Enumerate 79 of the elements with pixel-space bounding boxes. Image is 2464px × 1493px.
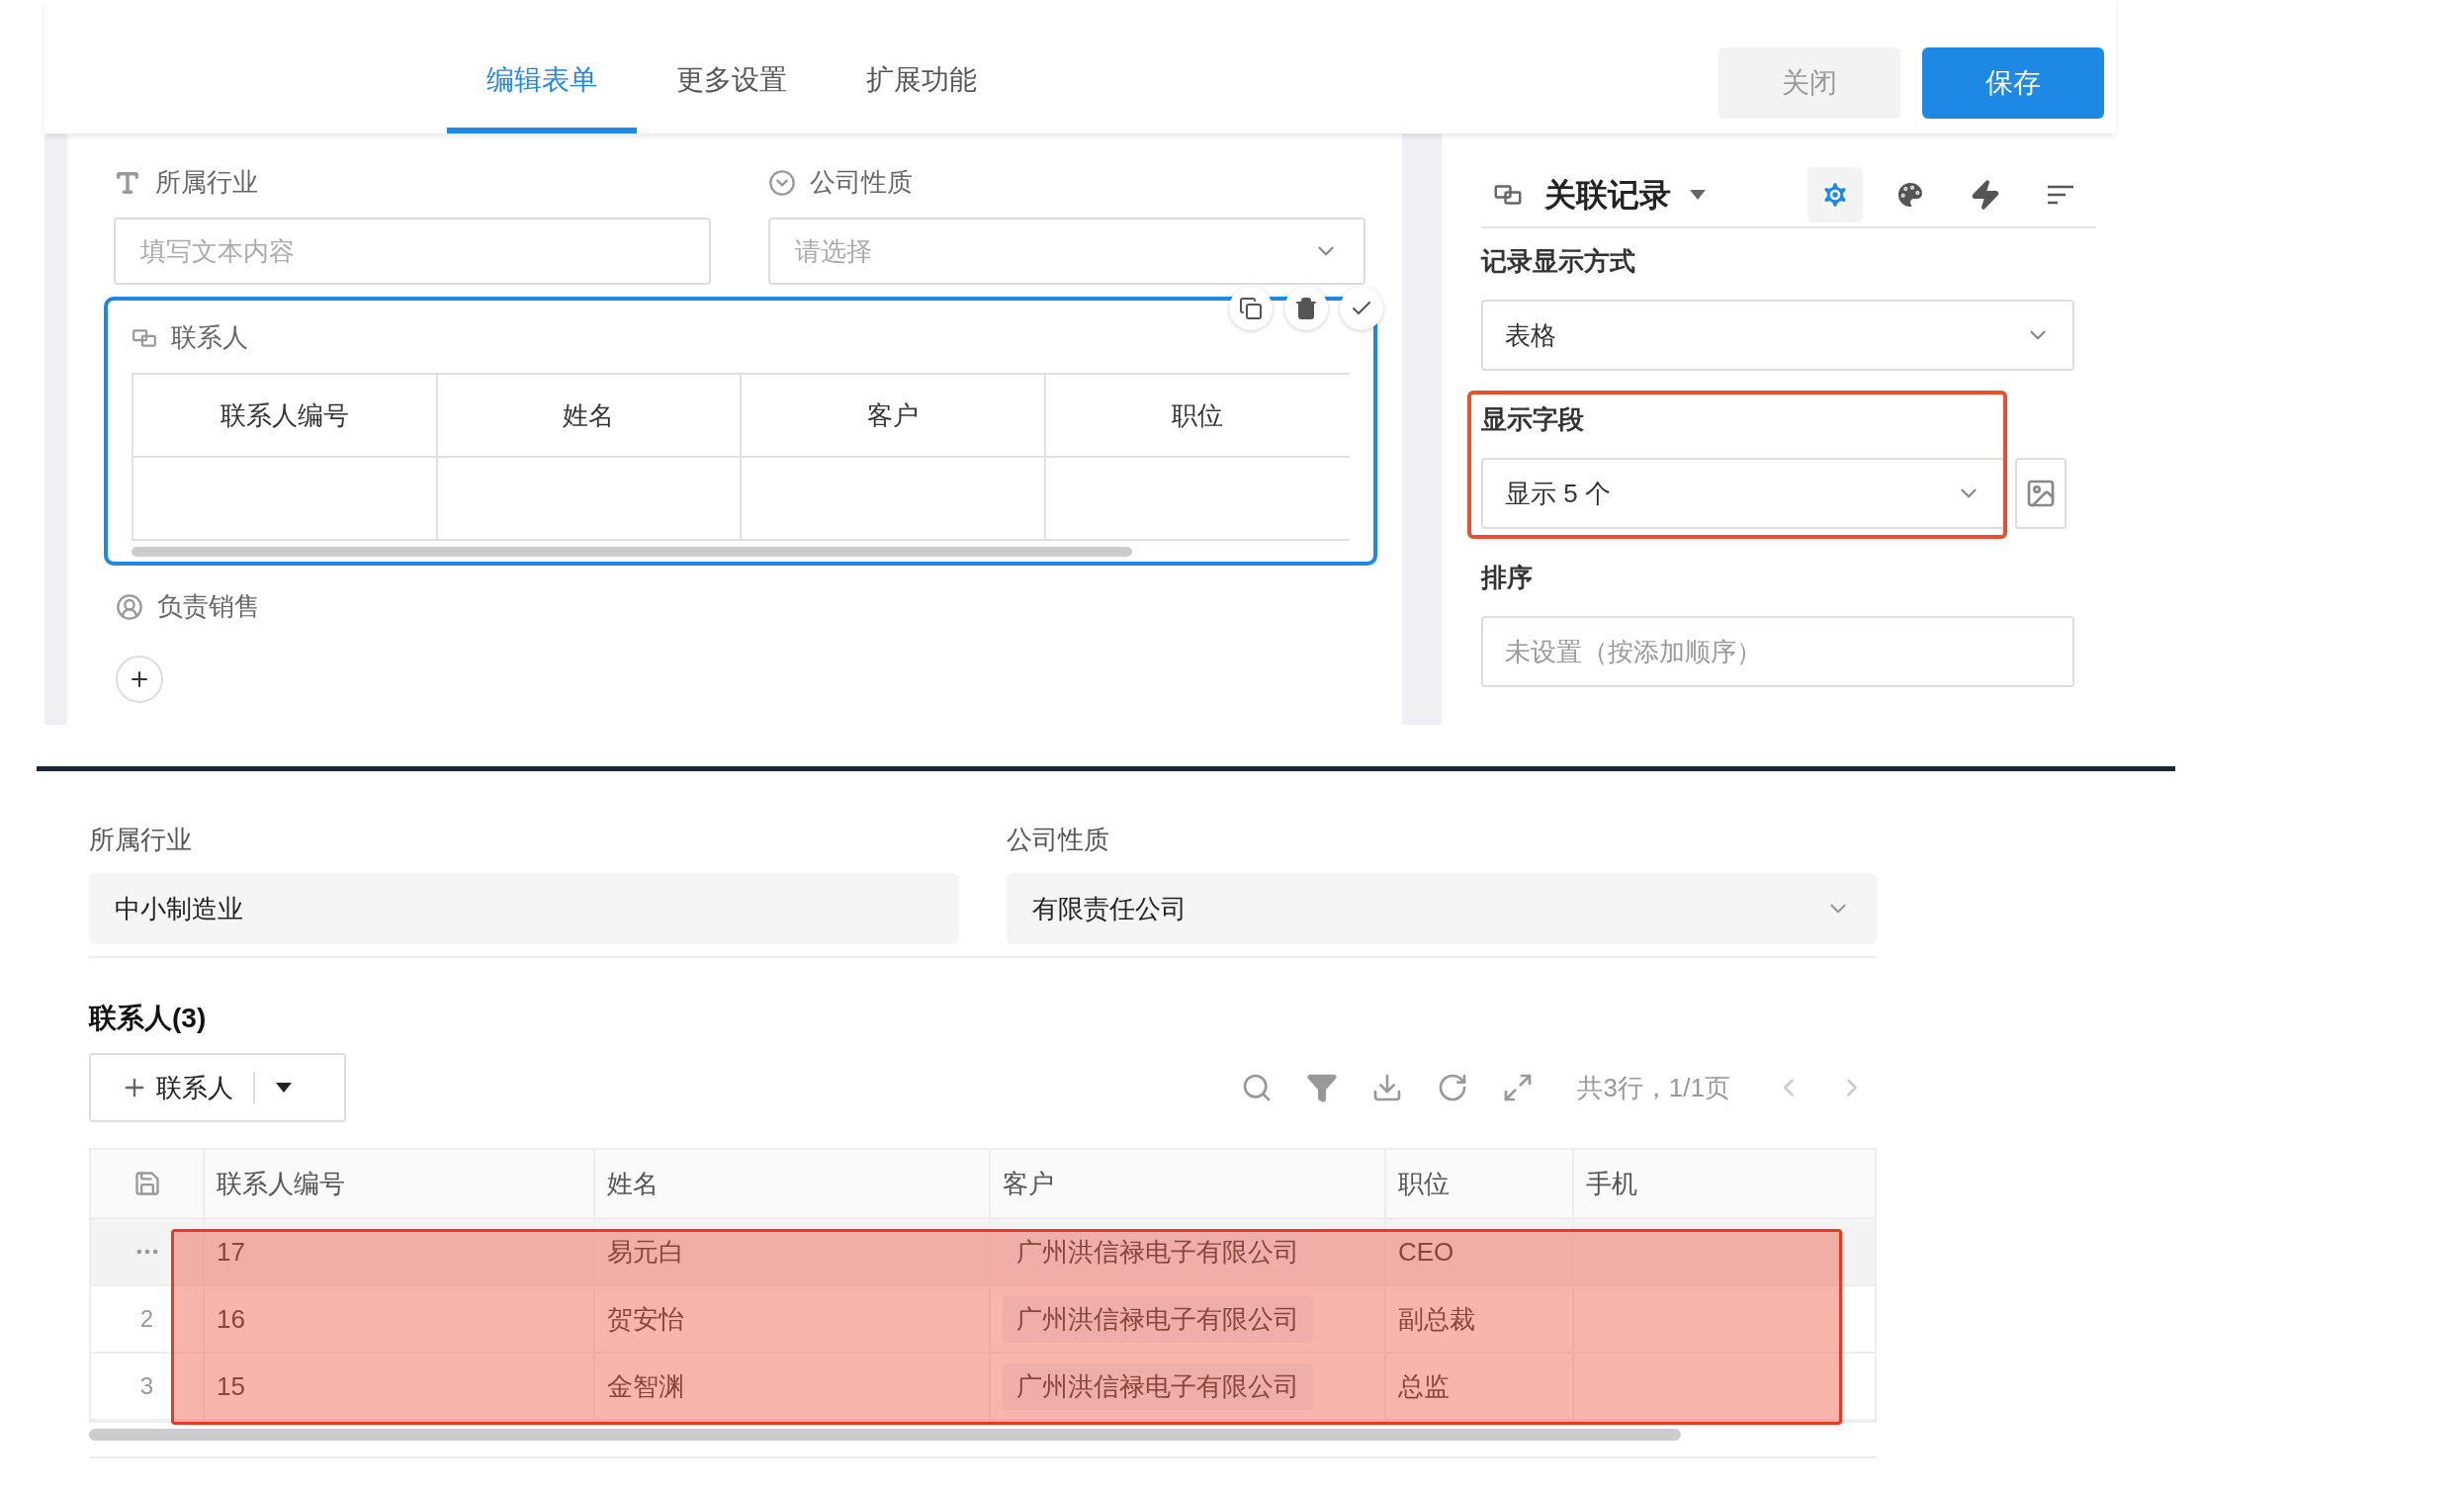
field-label: 联系人	[171, 321, 248, 354]
linked-record-icon	[132, 327, 157, 348]
add-contact-button[interactable]: 联系人	[89, 1053, 346, 1122]
customer-tag[interactable]: 广州洪信禄电子有限公司	[1003, 1295, 1313, 1343]
column-header: 联系人编号	[205, 1150, 595, 1217]
table-cell-text: 总监	[1398, 1369, 1450, 1403]
section-title: 联系人(3)	[89, 1002, 208, 1035]
placeholder: 填写文本内容	[140, 234, 295, 268]
select-field[interactable]: 表格	[1481, 300, 2074, 371]
column-header: 客户	[742, 375, 1044, 458]
panel-tool-button[interactable]	[1807, 167, 1863, 222]
table-row[interactable]: 3 15 金智渊 广州洪信禄电子有限公司 总监	[91, 1354, 1875, 1421]
copy-button[interactable]	[1229, 287, 1273, 330]
sort-icon	[2046, 184, 2075, 206]
table-row[interactable]: 2 16 贺安怡 广州洪信禄电子有限公司 副总裁	[91, 1286, 1875, 1354]
field-label: 公司性质	[1007, 824, 1110, 856]
select-field[interactable]: 显示 5 个	[1481, 458, 2005, 529]
section-label: 排序	[1481, 562, 1534, 594]
pager-text: 共3行，1/1页	[1577, 1071, 1730, 1104]
column-header: 客户	[991, 1150, 1386, 1217]
table-cell-text: 贺安怡	[607, 1302, 684, 1336]
section-label: 记录显示方式	[1481, 245, 1636, 278]
customer-tag[interactable]: 广州洪信禄电子有限公司	[1003, 1362, 1313, 1410]
confirm-button[interactable]	[1340, 287, 1383, 330]
relation-field-card[interactable]: 联系人 联系人编号 姓名 客户 职位	[104, 297, 1377, 566]
linked-record-icon	[1493, 184, 1523, 206]
column-header: 姓名	[437, 375, 741, 458]
input-field[interactable]: 请选择	[768, 218, 1365, 285]
field-label: 负责销售	[157, 590, 260, 623]
user-field-icon	[116, 592, 143, 621]
tab[interactable]: 更多设置	[637, 0, 827, 133]
filter-icon[interactable]	[1306, 1072, 1339, 1103]
panel-title: 关联记录	[1544, 176, 1671, 215]
column-header: 联系人编号	[133, 375, 436, 458]
select-value: 表格	[1505, 318, 1556, 352]
tab[interactable]: 扩展功能	[827, 0, 1016, 133]
table-cell-text: 易元白	[607, 1235, 684, 1269]
lightning-icon	[1970, 179, 2001, 211]
trash-icon	[1294, 297, 1318, 320]
placeholder: 未设置（按添加顺序）	[1505, 635, 1762, 668]
caret-icon	[1689, 189, 1707, 201]
field-label: 公司性质	[810, 166, 913, 199]
close-button[interactable]: 关闭	[1718, 47, 1900, 119]
table-cell-text: CEO	[1398, 1235, 1454, 1269]
save-icon[interactable]	[132, 1170, 161, 1197]
column-header: 姓名	[595, 1150, 991, 1217]
column-header: 手机	[1585, 1167, 1638, 1200]
input-field[interactable]: 填写文本内容	[114, 218, 711, 285]
add-button[interactable]	[116, 656, 163, 703]
table-row[interactable]: 17 易元白 广州洪信禄电子有限公司 CEO	[91, 1219, 1875, 1286]
table-cell-text: 16	[217, 1302, 245, 1336]
settings-icon	[1819, 179, 1851, 211]
field-value: 中小制造业	[115, 892, 243, 925]
scrollbar[interactable]	[132, 547, 1132, 557]
save-button[interactable]: 保存	[1922, 47, 2104, 119]
column-header: 职位	[1045, 375, 1350, 458]
table-cell-text: 17	[217, 1235, 245, 1269]
field-value: 有限责任公司	[1032, 892, 1187, 925]
row-number: 2	[139, 1304, 154, 1334]
copy-icon	[1239, 297, 1263, 320]
field-label: 所属行业	[89, 824, 193, 856]
caret-icon	[275, 1082, 293, 1094]
delete-button[interactable]	[1284, 287, 1328, 330]
table-cell-text: 副总裁	[1398, 1302, 1475, 1336]
placeholder: 请选择	[795, 234, 872, 268]
table-cell-text: 15	[217, 1369, 245, 1403]
input-field[interactable]: 中小制造业	[89, 873, 959, 944]
select-field[interactable]: 有限责任公司	[1007, 873, 1877, 944]
field-label: 所属行业	[155, 166, 258, 199]
section-label: 显示字段	[1481, 403, 1585, 436]
column-header: 职位	[1386, 1150, 1574, 1217]
button-label: 联系人	[156, 1071, 233, 1104]
select-value: 显示 5 个	[1505, 477, 1611, 510]
table-cell-text: 金智渊	[607, 1369, 684, 1403]
row-number: 3	[139, 1371, 154, 1401]
input-field[interactable]: 未设置（按添加顺序）	[1481, 616, 2074, 687]
image-button[interactable]	[2015, 458, 2067, 529]
scrollbar[interactable]	[89, 1429, 1681, 1441]
dropdown-field-icon	[768, 168, 796, 197]
